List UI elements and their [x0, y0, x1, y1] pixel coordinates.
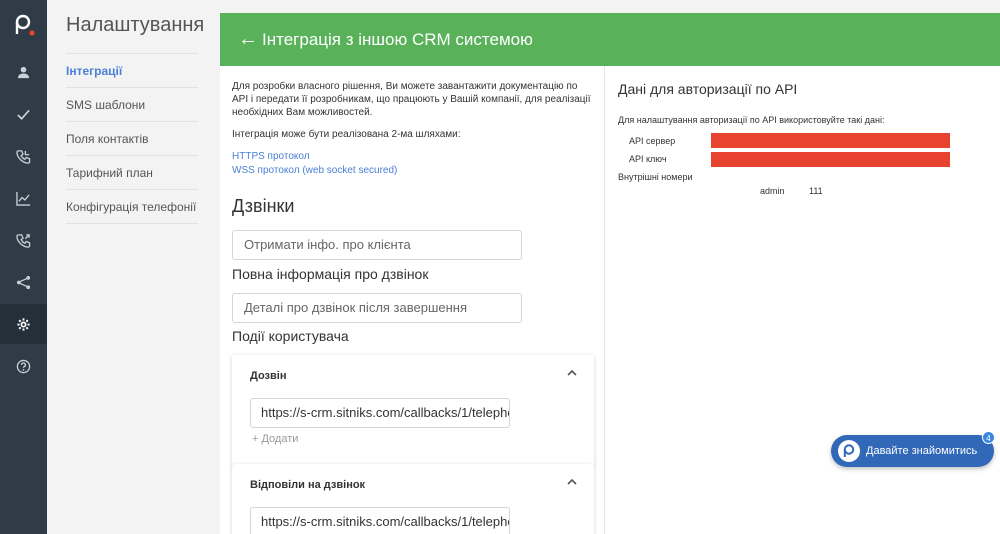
callback-url-input[interactable]: https://s-crm.sitniks.com/callbacks/1/te… [250, 507, 510, 534]
call-details-input[interactable]: Деталі про дзвінок після завершення [232, 293, 522, 323]
nav-integrations[interactable] [0, 262, 47, 302]
internal-number-user: admin [760, 186, 785, 196]
intro-text: Для розробки власного рішення, Ви можете… [232, 81, 591, 118]
chat-logo-icon [838, 440, 860, 462]
chat-widget-button[interactable]: Давайте знайомитись 4 [831, 431, 995, 467]
help-icon [16, 359, 31, 373]
nav-analytics[interactable] [0, 178, 47, 218]
panel-header: ← Інтеграція з іншою CRM системою [220, 13, 1000, 66]
internal-number-value: 111 [809, 186, 823, 196]
chart-line-icon [16, 191, 31, 206]
add-url-button[interactable]: + Додати [252, 433, 298, 445]
add-url-label: Додати [261, 433, 299, 445]
nav-tasks[interactable] [0, 94, 47, 134]
settings-title: Налаштування [66, 14, 205, 36]
api-server-label: API сервер [629, 136, 676, 146]
wss-protocol-link[interactable]: WSS протокол (web socket secured) [232, 165, 397, 176]
settings-item-sms-templates[interactable]: SMS шаблони [66, 88, 198, 122]
phone-call-icon [16, 149, 31, 164]
phone-forward-icon [16, 233, 31, 248]
nav-contacts[interactable] [0, 52, 47, 92]
chat-unread-badge: 4 [982, 431, 995, 444]
user-events-label: Події користувача [232, 328, 349, 344]
settings-item-tariff-plan[interactable]: Тарифний план [66, 156, 198, 190]
api-key-label: API ключ [629, 154, 667, 164]
event-title: Відповіли на дзвінок [250, 479, 366, 491]
callback-url-input[interactable]: https://s-crm.sitniks.com/callbacks/1/te… [250, 398, 510, 428]
full-call-info-label: Повна інформація про дзвінок [232, 266, 429, 282]
chevron-up-icon[interactable] [566, 367, 578, 379]
gear-icon [17, 317, 30, 331]
app-sidebar [0, 0, 47, 534]
brand-logo[interactable] [11, 12, 37, 38]
check-icon [17, 109, 30, 120]
api-server-value-redacted [711, 133, 950, 148]
api-auth-title: Дані для авторизації по API [618, 81, 798, 97]
page-title: Інтеграція з іншою CRM системою [262, 30, 533, 49]
nav-help[interactable] [0, 346, 47, 386]
event-card-answered: Відповіли на дзвінок https://s-crm.sitni… [232, 464, 594, 534]
api-auth-description: Для налаштування авторизації по API вико… [618, 115, 885, 125]
nav-telephony[interactable] [0, 220, 47, 260]
api-key-value-redacted [711, 152, 950, 167]
client-info-input[interactable]: Отримати інфо. про клієнта [232, 230, 522, 260]
nav-settings[interactable] [0, 304, 47, 344]
event-title: Дозвін [250, 370, 287, 382]
https-protocol-link[interactable]: HTTPS протокол [232, 151, 310, 162]
integration-ways-text: Інтеграція може бути реалізована 2-ма шл… [232, 129, 461, 140]
settings-nav: Налаштування Інтеграції SMS шаблони Поля… [47, 0, 220, 534]
settings-item-contact-fields[interactable]: Поля контактів [66, 122, 198, 156]
nav-calls[interactable] [0, 136, 47, 176]
settings-item-integrations[interactable]: Інтеграції [66, 54, 198, 88]
chevron-up-icon[interactable] [566, 476, 578, 488]
back-arrow-icon[interactable]: ← [238, 28, 258, 51]
event-card-ringing: Дозвін https://s-crm.sitniks.com/callbac… [232, 355, 594, 467]
settings-item-telephony-config[interactable]: Конфігурація телефонії [66, 190, 198, 224]
chat-label: Давайте знайомитись [866, 445, 978, 457]
settings-menu: Інтеграції SMS шаблони Поля контактів Та… [66, 53, 198, 224]
share-icon [16, 275, 31, 289]
calls-heading: Дзвінки [232, 196, 295, 216]
user-icon [17, 66, 30, 78]
integration-settings: Для розробки власного рішення, Ви можете… [220, 66, 605, 534]
internal-numbers-label: Внутрішні номери [618, 172, 693, 182]
